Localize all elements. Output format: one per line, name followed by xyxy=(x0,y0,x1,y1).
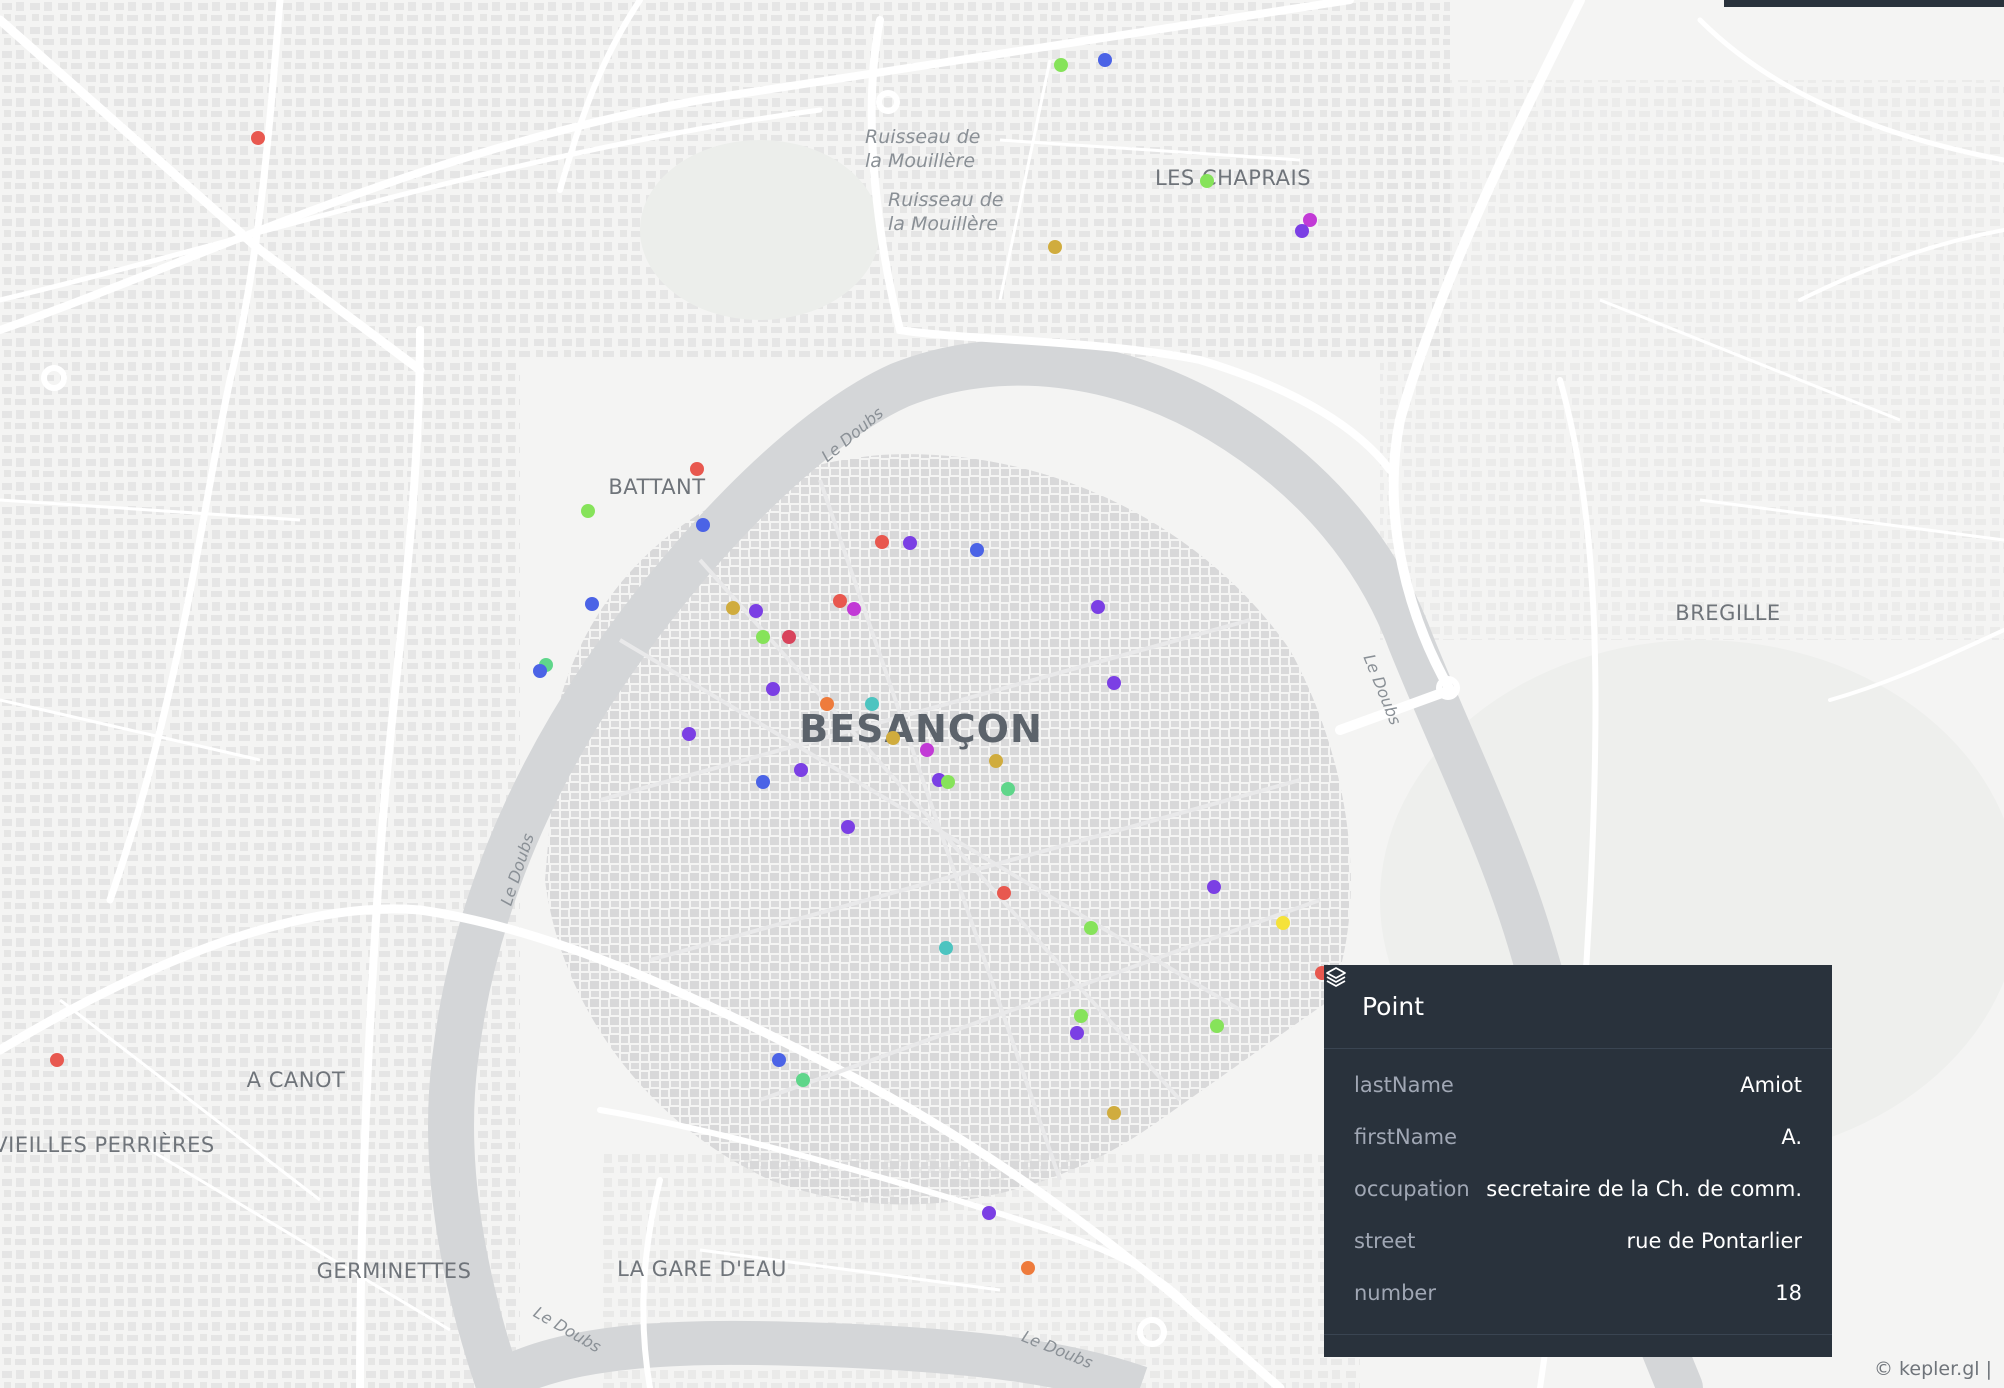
map-point[interactable] xyxy=(865,697,879,711)
field-value: A. xyxy=(1781,1125,1802,1149)
map-point[interactable] xyxy=(682,727,696,741)
tooltip-divider xyxy=(1324,1334,1832,1335)
map-point[interactable] xyxy=(1276,916,1290,930)
map-point[interactable] xyxy=(1048,240,1062,254)
map-point[interactable] xyxy=(251,131,265,145)
map-point[interactable] xyxy=(1091,600,1105,614)
place-label-battant: BATTANT xyxy=(608,475,706,499)
map-point[interactable] xyxy=(847,602,861,616)
map-point[interactable] xyxy=(1295,224,1309,238)
map-point[interactable] xyxy=(1107,676,1121,690)
map-point[interactable] xyxy=(886,731,900,745)
map-point[interactable] xyxy=(841,820,855,834)
map-point[interactable] xyxy=(1021,1261,1035,1275)
map-point[interactable] xyxy=(1098,53,1112,67)
attribution[interactable]: © kepler.gl | xyxy=(1874,1358,1992,1380)
map-point[interactable] xyxy=(690,462,704,476)
stream-label-1: Ruisseau de la Mouillère xyxy=(865,126,981,172)
map-point[interactable] xyxy=(989,754,1003,768)
tooltip-row-firstname: firstName A. xyxy=(1354,1111,1802,1163)
map-point[interactable] xyxy=(920,743,934,757)
map-point[interactable] xyxy=(766,682,780,696)
map-point[interactable] xyxy=(1054,58,1068,72)
field-value: rue de Pontarlier xyxy=(1626,1229,1803,1253)
field-value: Amiot xyxy=(1740,1073,1802,1097)
map-point[interactable] xyxy=(1107,1106,1121,1120)
map-point[interactable] xyxy=(756,775,770,789)
map-point[interactable] xyxy=(749,604,763,618)
stream-label-2: Ruisseau de la Mouillère xyxy=(888,189,1004,235)
map-point[interactable] xyxy=(50,1053,64,1067)
map-point[interactable] xyxy=(726,601,740,615)
place-label-vieilles-perrieres: VIEILLES PERRIÈRES xyxy=(0,1133,215,1157)
map-point[interactable] xyxy=(794,763,808,777)
map-point[interactable] xyxy=(796,1073,810,1087)
tooltip-fields: lastName Amiot firstName A. occupation s… xyxy=(1324,1049,1832,1319)
tooltip-row-street: street rue de Pontarlier xyxy=(1354,1215,1802,1267)
map-point[interactable] xyxy=(1210,1019,1224,1033)
place-label-les-chaprais: LES CHAPRAIS xyxy=(1154,166,1312,190)
field-key: street xyxy=(1354,1229,1416,1253)
tooltip-row-lastname: lastName Amiot xyxy=(1354,1059,1802,1111)
top-panel-edge xyxy=(1724,0,2004,7)
map-point[interactable] xyxy=(997,886,1011,900)
field-value: 18 xyxy=(1775,1281,1802,1305)
field-key: lastName xyxy=(1354,1073,1454,1097)
map-point[interactable] xyxy=(1074,1009,1088,1023)
map-point[interactable] xyxy=(875,535,889,549)
map-canvas[interactable]: BESANÇON LES CHAPRAIS BATTANT BREGILLE A… xyxy=(0,0,2004,1388)
place-label-a-canot: A CANOT xyxy=(246,1068,346,1092)
map-point[interactable] xyxy=(970,543,984,557)
field-key: occupation xyxy=(1354,1177,1470,1201)
place-label-germinettes: GERMINETTES xyxy=(316,1259,472,1283)
map-point[interactable] xyxy=(1070,1026,1084,1040)
map-point[interactable] xyxy=(1207,880,1221,894)
map-point[interactable] xyxy=(772,1053,786,1067)
map-point[interactable] xyxy=(756,630,770,644)
tooltip-row-occupation: occupation secretaire de la Ch. de comm. xyxy=(1354,1163,1802,1215)
field-value: secretaire de la Ch. de comm. xyxy=(1486,1177,1802,1201)
tooltip-header: Point xyxy=(1324,965,1832,1049)
place-label-la-gare-deau: LA GARE D'EAU xyxy=(617,1257,787,1281)
point-tooltip: Point lastName Amiot firstName A. occupa… xyxy=(1324,965,1832,1357)
map-point[interactable] xyxy=(1084,921,1098,935)
map-point[interactable] xyxy=(939,941,953,955)
tooltip-row-number: number 18 xyxy=(1354,1267,1802,1319)
map-point[interactable] xyxy=(1200,174,1214,188)
map-point[interactable] xyxy=(581,504,595,518)
map-point[interactable] xyxy=(941,775,955,789)
map-point[interactable] xyxy=(982,1206,996,1220)
map-point[interactable] xyxy=(820,697,834,711)
map-point[interactable] xyxy=(533,664,547,678)
map-point[interactable] xyxy=(696,518,710,532)
place-label-bregille: BREGILLE xyxy=(1675,601,1781,625)
map-point[interactable] xyxy=(903,536,917,550)
map-point[interactable] xyxy=(782,630,796,644)
field-key: number xyxy=(1354,1281,1436,1305)
map-point[interactable] xyxy=(585,597,599,611)
tooltip-layer-name: Point xyxy=(1362,992,1425,1021)
map-point[interactable] xyxy=(1001,782,1015,796)
field-key: firstName xyxy=(1354,1125,1457,1149)
map-point[interactable] xyxy=(833,594,847,608)
